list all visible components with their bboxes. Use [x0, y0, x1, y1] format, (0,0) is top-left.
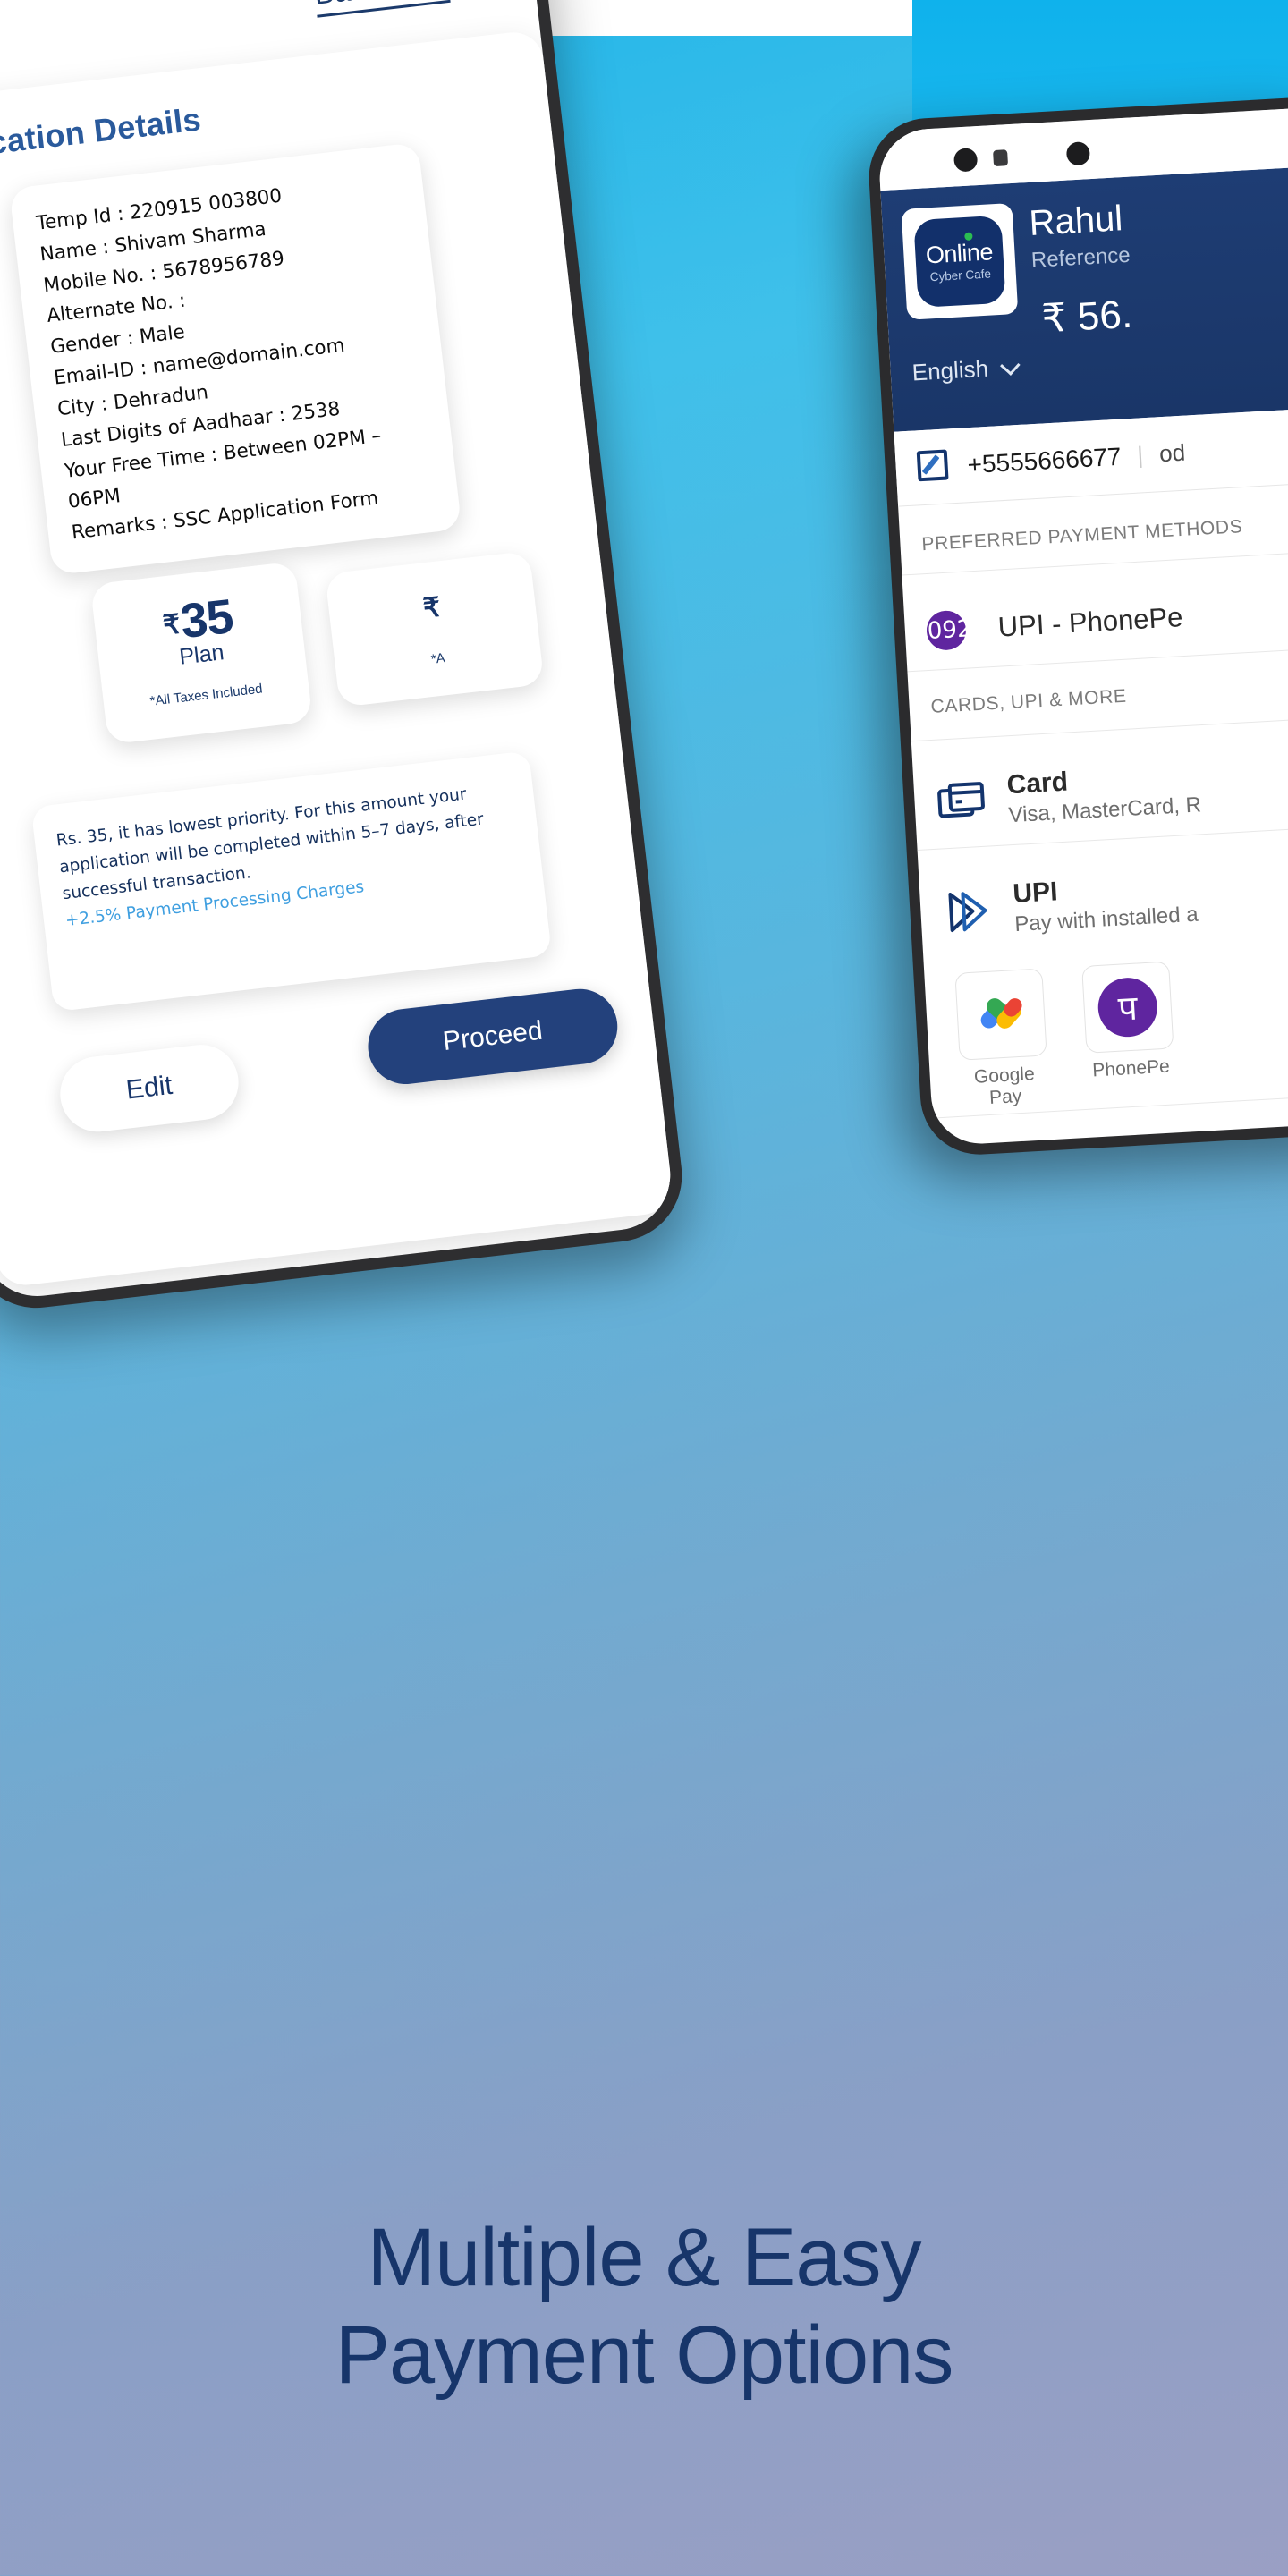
edit-button[interactable]: Edit — [55, 1040, 243, 1136]
applicant-details-box: Temp Id : 220915 003800 Name : Shivam Sh… — [9, 141, 462, 576]
contact-email: od — [1158, 438, 1186, 468]
contact-separator: | — [1136, 441, 1144, 469]
language-label: English — [911, 354, 989, 386]
merchant-logo-line1: Online — [925, 238, 994, 269]
plan-price-secondary: ₹ — [327, 571, 538, 642]
phonepe-icon: \u092A — [904, 604, 988, 657]
promo-headline-line1: Multiple & Easy — [367, 2212, 921, 2303]
promo-headline-line2: Payment Options — [335, 2309, 954, 2401]
upi-app-google-pay[interactable]: Google Pay — [954, 968, 1049, 1110]
plan-card-35[interactable]: ₹35 Plan *All Taxes Included — [89, 561, 313, 745]
google-pay-icon — [954, 968, 1047, 1061]
payment-gateway-header: Online Cyber Cafe Rahul Reference ₹ 56. … — [880, 165, 1288, 432]
plan-note-card: Rs. 35, it has lowest priority. For this… — [30, 750, 552, 1013]
left-phone-device: Basic Fee Application Details Temp Id : … — [0, 0, 690, 1316]
payment-method-title: Netbanking — [1027, 1139, 1174, 1146]
more-methods-label: CARDS, UPI & MORE — [930, 685, 1128, 717]
preferred-methods-label: PREFERRED PAYMENT METHODS — [920, 516, 1243, 555]
merchant-logo-inner: Online Cyber Cafe — [913, 215, 1006, 309]
payment-method-netbanking[interactable]: Netbanking All Indian banks — [934, 1114, 1288, 1146]
phonepe-icon: प — [1081, 961, 1174, 1054]
payment-method-upi[interactable]: UPI Pay with installed a — [919, 845, 1288, 957]
payment-method-title: Card — [1005, 767, 1069, 801]
payable-amount: ₹ 56. — [1040, 292, 1134, 342]
right-phone-screen: Online Cyber Cafe Rahul Reference ₹ 56. … — [877, 106, 1288, 1147]
application-details-card: Application Details Temp Id : 220915 003… — [0, 29, 675, 1289]
upi-app-label: Google Pay — [973, 1063, 1036, 1108]
upi-apps-row: Google Pay प PhonePe — [924, 949, 1288, 1113]
action-button-row: Edit Proceed — [0, 985, 661, 1168]
rupee-icon: ₹ — [161, 609, 182, 641]
divider — [911, 715, 1288, 742]
tab-basic-fee[interactable]: Basic Fee — [312, 0, 451, 18]
rupee-icon: ₹ — [421, 592, 442, 624]
edit-icon[interactable] — [916, 448, 953, 485]
upi-app-label: PhonePe — [1091, 1055, 1171, 1081]
page-title: Application Details — [0, 100, 203, 171]
right-phone-device: Online Cyber Cafe Rahul Reference ₹ 56. … — [866, 94, 1288, 1158]
left-phone-screen: Basic Fee Application Details Temp Id : … — [0, 0, 676, 1302]
upi-app-phonepe[interactable]: प PhonePe — [1081, 961, 1176, 1104]
payment-method-card[interactable]: Card Visa, MasterCard, R — [912, 736, 1288, 848]
plan-card-secondary[interactable]: ₹ *A — [325, 550, 545, 708]
payment-method-title: UPI — [1012, 877, 1059, 909]
front-camera-icon — [953, 148, 979, 173]
customer-name: Rahul — [1028, 199, 1124, 243]
merchant-logo: Online Cyber Cafe — [901, 203, 1019, 320]
merchant-logo-line2: Cyber Cafe — [929, 267, 992, 284]
reference-label: Reference — [1030, 242, 1131, 273]
sensor-icon — [993, 149, 1009, 167]
plan-taxes-note-secondary: *A — [429, 650, 446, 667]
plan-taxes-note: *All Taxes Included — [148, 681, 264, 709]
speaker-icon — [1065, 141, 1091, 166]
contact-phone: +5555666677 — [966, 442, 1123, 479]
promo-headline: Multiple & Easy Payment Options — [0, 2209, 1288, 2403]
chevron-down-icon — [1000, 354, 1021, 376]
card-icon — [935, 776, 987, 829]
payment-method-title: UPI - PhonePe — [996, 600, 1184, 643]
plan-amount: 35 — [177, 589, 236, 649]
payment-method-upi-phonepe[interactable]: \u092A UPI - PhonePe — [903, 571, 1288, 670]
proceed-button[interactable]: Proceed — [364, 985, 622, 1089]
upi-icon — [941, 885, 994, 937]
language-selector[interactable]: English — [911, 353, 1021, 386]
